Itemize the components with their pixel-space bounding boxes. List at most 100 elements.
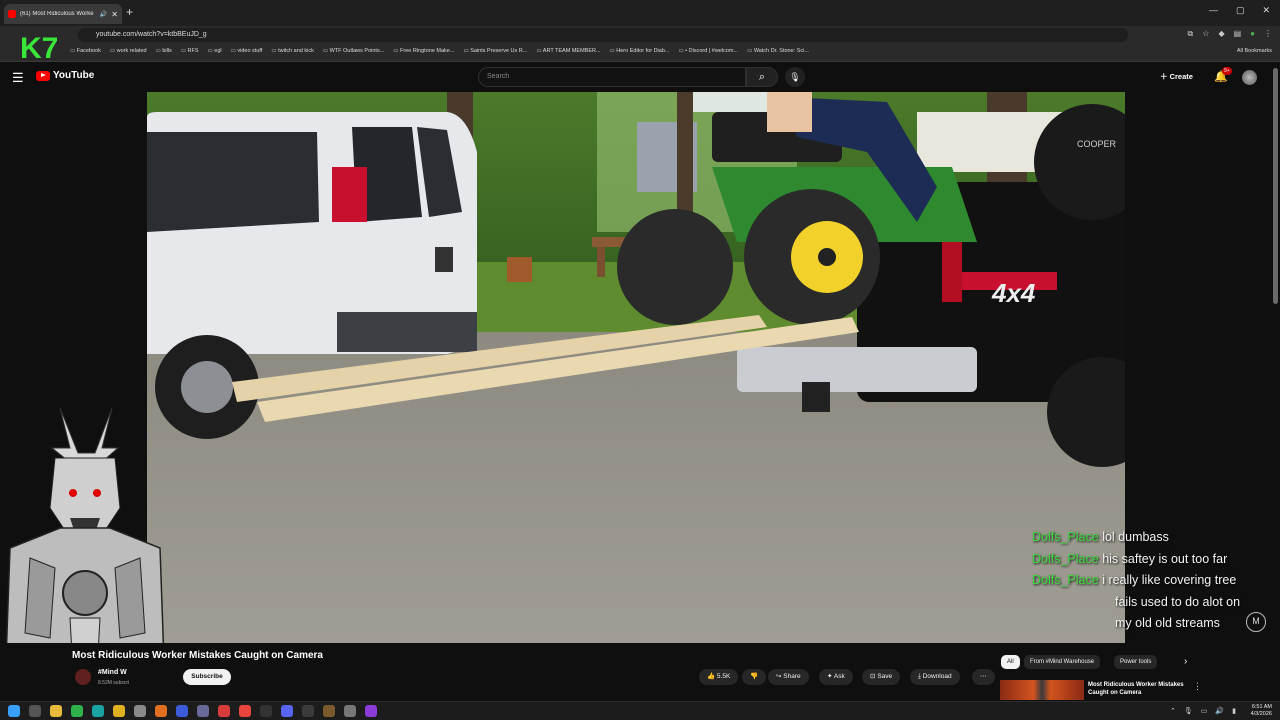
search-icon[interactable]: ⌕ [746,67,778,87]
bookmark-item[interactable]: work related [110,48,147,54]
save-button[interactable]: ⊡ Save [862,669,901,685]
tire-brand-text: COOPER [1077,139,1117,149]
bookmark-item[interactable]: Free Ringtone Make... [393,48,454,54]
star-icon[interactable]: ☆ [1202,29,1209,39]
bookmark-item[interactable]: Watch Dr. Stone: Sci... [747,48,809,54]
bookmark-item[interactable]: Hero Editor for Diab... [610,48,669,54]
app-doc-icon[interactable] [197,705,209,717]
chip-all[interactable]: All [1001,655,1020,669]
subscriber-count: 8.52M subscri [98,680,130,686]
close-window-icon[interactable]: ✕ [1262,5,1270,16]
youtube-logo[interactable]: YouTube [36,70,94,81]
app-dark-icon[interactable] [302,705,314,717]
url-text: youtube.com/watch?v=ktbBEuJD_g [96,31,207,38]
create-button[interactable]: ＋ Create [1160,71,1193,82]
like-count: 5.5K [716,673,731,680]
chat-text: his saftey is out too far [1102,551,1228,566]
chip-from-channel[interactable]: From #Mind Warehouse [1024,655,1101,669]
profile-icon[interactable]: ● [1250,29,1255,39]
chevron-right-icon[interactable]: › [1184,656,1187,667]
sidepanel-icon[interactable]: ▤ [1234,29,1242,39]
taskbar-apps [8,705,377,717]
kebab-menu-icon[interactable]: ⋮ [1264,29,1272,39]
channel-avatar[interactable] [75,669,91,685]
chip-power-tools[interactable]: Power tools [1114,655,1158,669]
system-clock[interactable]: 6:51 AM 4/3/2026 [1251,704,1272,718]
download-button[interactable]: ⤓ Download [910,669,960,685]
windows-start-icon[interactable] [8,705,20,717]
bookmark-item[interactable]: RFS [181,48,199,54]
address-bar[interactable]: youtube.com/watch?v=ktbBEuJD_g [78,28,1128,42]
account-avatar[interactable] [1242,70,1257,85]
search-icon[interactable] [29,705,41,717]
clock-time: 6:51 AM [1251,704,1272,710]
file-explorer-icon[interactable] [50,705,62,717]
new-tab-button[interactable]: + [126,5,133,19]
m-badge-text: M [1252,616,1260,626]
app-yellow-icon[interactable] [113,705,125,717]
bookmark-item[interactable]: WTF Outlaws Points... [323,48,385,54]
close-tab-icon[interactable]: ✕ [111,10,118,19]
stream-chat-overlay: Dolfs_Place lol dumbass Dolfs_Place his … [1032,527,1277,635]
discord-icon[interactable] [281,705,293,717]
mic-tray-icon[interactable]: 🎙 [1184,707,1193,715]
download-icon: ⤓ [918,673,921,680]
page-scrollbar[interactable] [1273,68,1278,304]
browser-tab-strip: (61) Most Ridiculous Worke 🔊 ✕ + — ▢ ✕ [0,0,1280,26]
chrome-icon[interactable] [239,705,251,717]
chat-message: Dolfs_Place i really like covering tree [1032,570,1277,592]
video-frame-scene: 4x4 COOPER [147,92,1125,643]
battery-icon[interactable]: ▮ [1232,707,1236,715]
youtube-favicon-icon [8,10,16,18]
video-player[interactable]: 4x4 COOPER [147,92,1125,643]
app-grey-icon[interactable] [134,705,146,717]
obs-icon[interactable] [260,705,272,717]
bookmark-item[interactable]: Saints Preserve Us R... [463,48,527,54]
bookmark-item[interactable]: egl [208,48,221,54]
all-bookmarks[interactable]: All Bookmarks [1237,48,1272,54]
volume-icon[interactable]: 🔊 [1215,707,1224,715]
settings-gear-icon[interactable] [344,705,356,717]
browser-toolbar: youtube.com/watch?v=ktbBEuJD_g ⧉ ☆ ◆ ▤ ●… [0,26,1280,44]
app-green-icon[interactable] [71,705,83,717]
install-icon[interactable]: ⧉ [1188,29,1194,39]
window-controls: — ▢ ✕ [1209,5,1270,16]
search-input[interactable]: Search [478,67,746,87]
subscribe-button[interactable]: Subscribe [183,669,231,685]
tab-title: (61) Most Ridiculous Worke [20,11,94,17]
browser-tab[interactable]: (61) Most Ridiculous Worke 🔊 ✕ [4,4,122,24]
bookmark-item[interactable]: • Discord | #welcom... [678,48,738,54]
recommended-thumbnail[interactable] [1000,680,1084,700]
app-orange-icon[interactable] [155,705,167,717]
tray-chevron-icon[interactable]: ⌃ [1170,707,1176,715]
chat-message-continued: my old old streams [1032,613,1277,635]
speaker-icon[interactable]: 🔊 [100,11,107,18]
extension-icon[interactable]: ◆ [1218,29,1224,39]
like-button[interactable]: 👍 5.5K [699,669,739,685]
bookmark-item[interactable]: video stuff [231,48,262,54]
app-red-icon[interactable] [218,705,230,717]
hamburger-menu-icon[interactable]: ☰ [12,70,24,86]
notification-badge: 9+ [1222,67,1232,75]
share-button[interactable]: ↪ Share [768,669,809,685]
minimize-icon[interactable]: — [1209,5,1218,16]
bookmark-item[interactable]: bills [156,48,171,54]
maximize-icon[interactable]: ▢ [1236,5,1245,16]
bookmark-item[interactable]: Facebook [70,48,101,54]
microphone-icon[interactable]: 🎙 [785,67,805,87]
app-blue-icon[interactable] [176,705,188,717]
bookmark-item[interactable]: twitch and kick [271,48,314,54]
ask-button[interactable]: ✦ Ask [819,669,853,685]
recommended-menu-icon[interactable]: ⋮ [1193,681,1202,692]
network-icon[interactable]: ▭ [1201,707,1208,715]
more-actions-button[interactable]: ⋯ [972,669,995,685]
app-purple-icon[interactable] [365,705,377,717]
app-brown-icon[interactable] [323,705,335,717]
youtube-logo-text: YouTube [53,70,95,81]
channel-name[interactable]: #Mind W [98,669,127,676]
app-teal-icon[interactable] [92,705,104,717]
bookmark-item[interactable]: ART TEAM MEMBER... [536,48,601,54]
chat-username: Dolfs_Place [1032,530,1099,544]
recommended-title[interactable]: Most Ridiculous Worker Mistakes Caught o… [1088,681,1188,697]
dislike-button[interactable]: 👎 [742,669,767,685]
